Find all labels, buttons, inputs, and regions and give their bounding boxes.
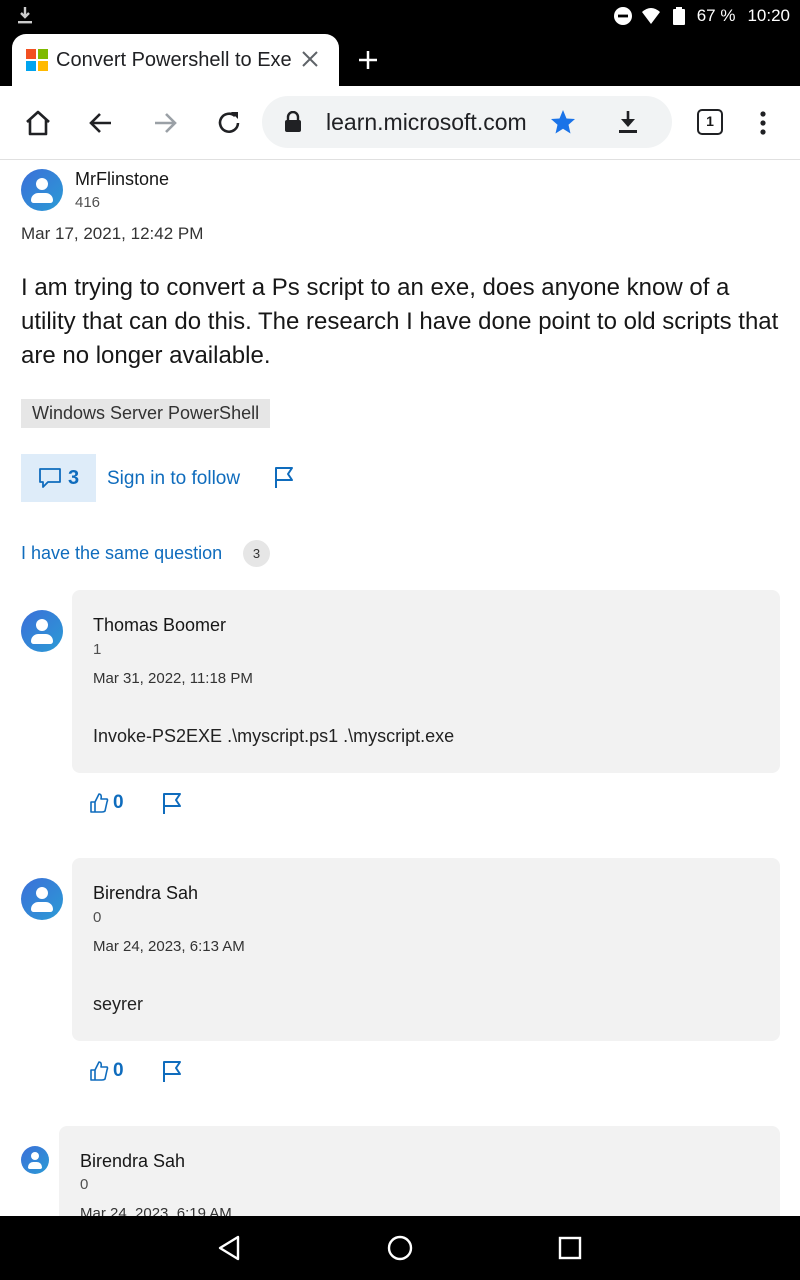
upvote-button[interactable]: 0 — [89, 1060, 124, 1082]
avatar[interactable] — [21, 169, 63, 211]
nav-recents-icon[interactable] — [556, 1234, 584, 1262]
wifi-icon — [641, 8, 660, 24]
do-not-disturb-icon — [613, 7, 632, 25]
more-menu-icon[interactable] — [749, 109, 777, 137]
browser-tab[interactable]: Convert Powershell to Exe — [12, 34, 339, 86]
question-body: I am trying to convert a Ps script to an… — [21, 274, 779, 369]
answer-date: Mar 31, 2022, 11:18 PM — [93, 670, 253, 687]
reply-author-reputation: 0 — [80, 1176, 89, 1193]
question-date: Mar 17, 2021, 12:42 PM — [21, 224, 204, 243]
question-author[interactable]: MrFlinstone — [75, 169, 169, 190]
answer-card: Birendra Sah 0 Mar 24, 2023, 6:13 AM sey… — [72, 858, 780, 1041]
address-bar[interactable]: learn.microsoft.com — [262, 96, 672, 148]
download-notification-icon — [18, 7, 32, 24]
battery-icon — [672, 7, 685, 25]
answer-author-reputation: 0 — [93, 909, 102, 926]
answer-author-reputation: 1 — [93, 641, 102, 658]
new-tab-icon[interactable] — [356, 48, 380, 72]
tab-title: Convert Powershell to Exe — [56, 48, 292, 71]
avatar[interactable] — [21, 878, 63, 920]
nav-home-icon[interactable] — [386, 1234, 414, 1262]
comment-count: 3 — [67, 466, 80, 489]
same-question-link[interactable]: I have the same question — [21, 543, 222, 564]
answer-body: Invoke-PS2EXE .\myscript.ps1 .\myscript.… — [93, 726, 455, 746]
page-content: MrFlinstone 416 Mar 17, 2021, 12:42 PM I… — [0, 161, 800, 1216]
upvote-button[interactable]: 0 — [89, 792, 124, 814]
download-icon[interactable] — [616, 109, 640, 135]
battery-percent: 67 % — [696, 6, 736, 25]
question-author-reputation: 416 — [75, 194, 101, 211]
reload-icon[interactable] — [215, 109, 243, 137]
url-text: learn.microsoft.com — [326, 109, 527, 135]
comments-button[interactable]: 3 — [21, 454, 96, 502]
status-bar: 67 % 10:20 — [0, 0, 800, 34]
report-flag-icon[interactable] — [161, 792, 183, 816]
reply-author[interactable]: Birendra Sah — [80, 1151, 185, 1172]
comment-icon — [39, 468, 61, 488]
tab-switcher-button[interactable]: 1 — [697, 109, 723, 135]
bookmark-star-icon[interactable] — [550, 109, 576, 135]
answer-author[interactable]: Thomas Boomer — [93, 615, 226, 636]
reply-card: Birendra Sah 0 Mar 24, 2023, 6:19 AM — [59, 1126, 780, 1216]
thumbs-up-icon — [90, 1061, 109, 1081]
same-question-count-badge: 3 — [243, 540, 270, 567]
forward-arrow-icon[interactable] — [151, 109, 179, 137]
tab-strip: Convert Powershell to Exe — [0, 34, 800, 86]
answer-author[interactable]: Birendra Sah — [93, 883, 198, 904]
upvote-count: 0 — [113, 792, 124, 813]
report-flag-icon[interactable] — [161, 1060, 183, 1084]
answer-body: seyrer — [93, 994, 144, 1014]
reply-date: Mar 24, 2023, 6:19 AM — [80, 1205, 232, 1216]
system-navigation-bar — [0, 1216, 800, 1280]
close-tab-icon[interactable] — [301, 50, 319, 68]
thumbs-up-icon — [90, 793, 109, 813]
report-flag-icon[interactable] — [273, 466, 295, 490]
sign-in-to-follow-link[interactable]: Sign in to follow — [107, 468, 240, 490]
answer-card: Thomas Boomer 1 Mar 31, 2022, 11:18 PM I… — [72, 590, 780, 773]
browser-toolbar: learn.microsoft.com 1 — [0, 86, 800, 160]
lock-icon — [285, 111, 301, 132]
avatar[interactable] — [21, 610, 63, 652]
microsoft-logo-icon — [26, 49, 48, 71]
clock: 10:20 — [747, 6, 790, 25]
answer-date: Mar 24, 2023, 6:13 AM — [93, 938, 245, 955]
upvote-count: 0 — [113, 1060, 124, 1081]
tag-windows-server-powershell[interactable]: Windows Server PowerShell — [21, 399, 271, 428]
nav-back-icon[interactable] — [216, 1234, 244, 1262]
home-icon[interactable] — [24, 109, 52, 137]
back-arrow-icon[interactable] — [87, 109, 115, 137]
avatar[interactable] — [21, 1146, 49, 1174]
